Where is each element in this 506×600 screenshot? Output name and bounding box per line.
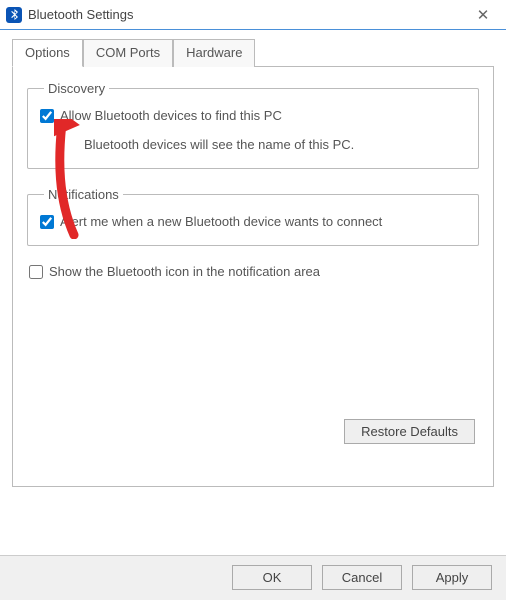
show-icon-checkbox[interactable] <box>29 265 43 279</box>
allow-discovery-checkbox[interactable] <box>40 109 54 123</box>
tab-hardware[interactable]: Hardware <box>173 39 255 67</box>
show-icon-row: Show the Bluetooth icon in the notificat… <box>29 264 479 279</box>
titlebar: Bluetooth Settings ✕ <box>0 0 506 30</box>
tab-com-ports[interactable]: COM Ports <box>83 39 173 67</box>
close-icon: ✕ <box>477 6 490 24</box>
restore-row: Restore Defaults <box>27 419 479 444</box>
notifications-legend: Notifications <box>44 187 123 202</box>
window-title: Bluetooth Settings <box>28 7 460 22</box>
ok-button[interactable]: OK <box>232 565 312 590</box>
cancel-button[interactable]: Cancel <box>322 565 402 590</box>
apply-button[interactable]: Apply <box>412 565 492 590</box>
content-area: Options COM Ports Hardware Discovery All… <box>0 30 506 487</box>
allow-discovery-label[interactable]: Allow Bluetooth devices to find this PC <box>60 108 282 123</box>
alert-label[interactable]: Alert me when a new Bluetooth device wan… <box>60 214 382 229</box>
discovery-hint: Bluetooth devices will see the name of t… <box>84 137 466 152</box>
bluetooth-icon <box>6 7 22 23</box>
tab-strip: Options COM Ports Hardware <box>12 38 494 67</box>
show-icon-label[interactable]: Show the Bluetooth icon in the notificat… <box>49 264 320 279</box>
notifications-group: Notifications Alert me when a new Blueto… <box>27 187 479 246</box>
discovery-legend: Discovery <box>44 81 109 96</box>
discovery-group: Discovery Allow Bluetooth devices to fin… <box>27 81 479 169</box>
tab-panel-options: Discovery Allow Bluetooth devices to fin… <box>12 67 494 487</box>
allow-discovery-row: Allow Bluetooth devices to find this PC <box>40 108 466 123</box>
tab-options[interactable]: Options <box>12 39 83 67</box>
alert-checkbox[interactable] <box>40 215 54 229</box>
close-button[interactable]: ✕ <box>460 0 506 30</box>
dialog-button-bar: OK Cancel Apply <box>0 555 506 600</box>
restore-defaults-button[interactable]: Restore Defaults <box>344 419 475 444</box>
alert-row: Alert me when a new Bluetooth device wan… <box>40 214 466 229</box>
